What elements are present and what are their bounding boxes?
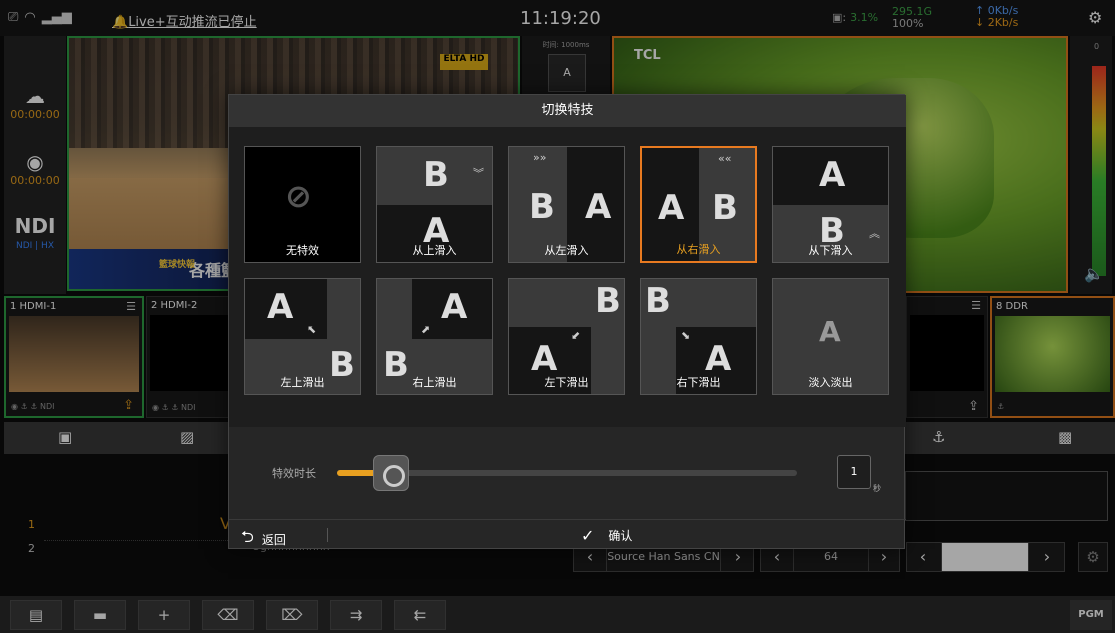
duration-value[interactable]: 1 (837, 455, 871, 489)
effect-label: 淡入淡出 (808, 376, 853, 389)
effect-label: 无特效 (286, 244, 319, 257)
confirm-button[interactable]: ✓ 确认 (581, 526, 632, 545)
effect-slide-out-top-left[interactable]: A B ⬉ 左上滑出 (244, 278, 361, 395)
footer-separator (327, 528, 328, 542)
back-label: 返回 (261, 533, 286, 547)
transition-effect-dialog: 切换特技 ⊘ 无特效 B A ︾ 从上滑入 B A »» 从左滑入 A B ««… (228, 94, 906, 550)
tile-letter-a: A (531, 339, 558, 379)
chevron-left-icon: «« (718, 152, 732, 165)
duration-label: 特效时长 (272, 467, 316, 480)
arrow-diagonal-icon: ⬈ (421, 323, 431, 336)
effect-label: 从右滑入 (676, 243, 721, 256)
duration-unit: 秒 (873, 484, 881, 493)
tile-letter-b: B (423, 155, 449, 195)
effect-label: 从左滑入 (544, 244, 589, 257)
chevron-right-icon: »» (533, 151, 547, 164)
effect-slide-from-top[interactable]: B A ︾ 从上滑入 (376, 146, 493, 263)
duration-row: 特效时长 1 秒 (229, 435, 906, 525)
effect-label: 从上滑入 (412, 244, 457, 257)
tile-letter-a: A (441, 287, 468, 327)
tile-letter-a: A (819, 315, 841, 348)
check-icon: ✓ (581, 526, 595, 545)
tile-letter-a: A (819, 155, 846, 195)
arrow-diagonal-icon: ⬉ (307, 323, 317, 336)
effect-fade[interactable]: A 淡入淡出 (772, 278, 889, 395)
tile-letter-b: B (529, 187, 555, 227)
tile-letter-b: B (595, 281, 621, 321)
effect-label: 从下滑入 (808, 244, 853, 257)
tile-letter-b: B (645, 281, 671, 321)
dialog-footer: ⮌ 返回 ✓ 确认 (229, 519, 906, 550)
effect-label: 右上滑出 (412, 376, 457, 389)
effect-slide-from-left[interactable]: B A »» 从左滑入 (508, 146, 625, 263)
back-button[interactable]: ⮌ 返回 (241, 526, 286, 553)
back-arrow-icon: ⮌ (241, 527, 254, 546)
effect-label: 左下滑出 (544, 376, 589, 389)
effect-slide-from-right[interactable]: A B «« 从右滑入 (640, 146, 757, 263)
effect-label: 左上滑出 (280, 376, 325, 389)
chevron-up-icon: ︽ (869, 227, 880, 240)
effect-grid: ⊘ 无特效 B A ︾ 从上滑入 B A »» 从左滑入 A B «« 从右滑入… (229, 127, 906, 427)
tile-letter-a: A (705, 339, 732, 379)
tile-letter-a: A (267, 287, 294, 327)
tile-letter-b: B (712, 188, 738, 228)
tile-letter-a: A (585, 187, 612, 227)
arrow-diagonal-icon: ⬊ (681, 329, 691, 342)
effect-slide-out-bottom-left[interactable]: B A ⬋ 左下滑出 (508, 278, 625, 395)
effect-slide-out-top-right[interactable]: A B ⬈ 右上滑出 (376, 278, 493, 395)
chevron-down-icon: ︾ (473, 167, 484, 180)
effect-slide-out-bottom-right[interactable]: B A ⬊ 右下滑出 (640, 278, 757, 395)
app-root: ⎚ ◠ ▂▄▆ 🔔Live+互动推流已停止 11:19:20 ▣: 3.1% 29… (0, 0, 1115, 633)
forbidden-icon: ⊘ (285, 177, 312, 215)
confirm-label: 确认 (608, 529, 633, 543)
duration-slider-handle[interactable] (373, 455, 409, 491)
dialog-title: 切换特技 (229, 95, 906, 127)
effect-none[interactable]: ⊘ 无特效 (244, 146, 361, 263)
effect-label: 右下滑出 (676, 376, 721, 389)
arrow-diagonal-icon: ⬋ (571, 329, 581, 342)
tile-letter-a: A (658, 188, 685, 228)
effect-slide-from-bottom[interactable]: A B ︽ 从下滑入 (772, 146, 889, 263)
